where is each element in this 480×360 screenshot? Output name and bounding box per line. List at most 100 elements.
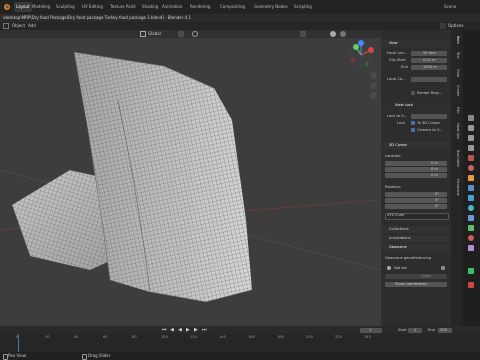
settings-icon[interactable] <box>441 266 445 270</box>
workspace-tab-modeling[interactable]: Modeling <box>30 2 52 12</box>
workspace-tab-compositing[interactable]: Compositing <box>218 2 247 12</box>
timeline-tick-label: 240 <box>364 335 371 339</box>
scene-selector[interactable]: Scene <box>442 2 458 12</box>
local-camera-field[interactable] <box>411 77 447 82</box>
world-props-icon[interactable] <box>468 165 474 171</box>
clip-start-label: Clip Start <box>389 58 406 62</box>
timeline-tick-label: 40 <box>74 335 79 339</box>
mouse-icon-2 <box>82 354 87 360</box>
rot-x-value: 0° <box>435 192 440 196</box>
sidebar-tab-boxcutter[interactable]: BoxCutter <box>454 150 460 167</box>
workspace-tab-uv-editing[interactable]: UV Editing <box>80 2 105 12</box>
scene-props-icon[interactable] <box>468 155 474 161</box>
workspace-tab-rendering[interactable]: Rendering <box>188 2 212 12</box>
workspace-tab-texture-paint[interactable]: Texture Paint <box>108 2 138 12</box>
transform-orientation-icon[interactable] <box>140 31 146 37</box>
output-props-icon[interactable] <box>468 135 474 141</box>
menu-add[interactable]: Add <box>28 22 36 30</box>
local-camera-label: Local Ca... <box>387 77 406 81</box>
camera-view-icon[interactable] <box>370 92 377 99</box>
particles-props-icon[interactable] <box>468 195 474 201</box>
sidebar-tab-geoscene[interactable]: Geoscene <box>454 179 460 196</box>
camera-to-view-checkbox[interactable] <box>411 128 415 132</box>
current-frame-value: 1 <box>369 327 372 332</box>
sidebar-tab-hard-ops[interactable]: Hard Ops <box>454 123 460 139</box>
sidebar-tab-item[interactable]: Item <box>454 36 460 44</box>
view-layer-props-icon[interactable] <box>468 145 474 151</box>
object-props-icon[interactable] <box>468 175 474 181</box>
workspace-tab-shading[interactable]: Shading <box>140 2 160 12</box>
clip-start-value: 0.01 m <box>423 58 436 62</box>
timeline-ruler[interactable]: 020406080100120140160180200220240 <box>0 335 480 343</box>
sidebar-tab-edit[interactable]: Edit <box>454 107 460 114</box>
view-lock-header[interactable] <box>381 102 451 109</box>
focal-length-value: 50 mm <box>423 51 436 55</box>
material-props-icon[interactable] <box>468 235 474 241</box>
geoscene-zoom-field[interactable] <box>385 274 447 279</box>
shading-solid-icon[interactable] <box>330 31 336 37</box>
sidebar-tab-tool[interactable]: Tool <box>454 52 460 59</box>
menu-object[interactable]: Object <box>12 22 25 30</box>
constraints-props-icon[interactable] <box>468 215 474 221</box>
sidebar-tab-create[interactable]: Create <box>454 85 460 96</box>
workspace-tab-sculpting[interactable]: Sculpting <box>54 2 77 12</box>
timeline-tick-label: 100 <box>161 335 168 339</box>
sidebar-n-panel: View Focal Len... 50 mm Clip Start 0.01 … <box>381 30 451 326</box>
red-prop-icon[interactable] <box>468 282 474 288</box>
to-3d-cursor-label: To 3D Cursor <box>417 121 440 125</box>
editor-type-icon[interactable] <box>3 23 9 29</box>
viewport-header: Global <box>0 30 381 38</box>
properties-editor-strip <box>463 30 480 326</box>
menu-options[interactable]: Options <box>448 22 463 30</box>
end-frame-value: 250 <box>440 327 447 332</box>
workspace-tab-geometry-nodes[interactable]: Geometry Nodes <box>252 2 290 12</box>
lock-to-object-field[interactable] <box>411 114 447 119</box>
shading-material-icon[interactable] <box>340 31 346 37</box>
jump-end-icon[interactable]: ⏭ <box>202 326 207 334</box>
timeline-tick-label: 20 <box>45 335 50 339</box>
viewport-canvas <box>0 51 381 303</box>
workspace-tab-animation[interactable]: Animation <box>160 2 184 12</box>
pan-hand-icon[interactable] <box>370 82 377 89</box>
texture-props-icon[interactable] <box>468 245 474 251</box>
snap-icon[interactable] <box>178 31 184 37</box>
clip-end-label: End <box>401 65 408 69</box>
blender-logo-icon[interactable] <box>3 3 11 11</box>
next-key-icon[interactable]: ▶ <box>194 326 198 334</box>
timeline-tick-label: 180 <box>277 335 284 339</box>
data-props-icon[interactable] <box>468 225 474 231</box>
playhead[interactable] <box>18 334 19 352</box>
sidebar-tab-view[interactable]: View <box>454 69 460 77</box>
modifier-props-icon[interactable] <box>468 185 474 191</box>
active-green-icon[interactable] <box>468 268 474 274</box>
jump-start-icon[interactable]: ⏮ <box>162 326 167 334</box>
orientation-dropdown[interactable]: Global <box>148 30 161 38</box>
cursor-section-title: 3D Cursor <box>389 143 408 147</box>
viewport-menu-bar: Object Add Options <box>0 22 480 30</box>
options-icon[interactable] <box>440 23 446 29</box>
render-region-checkbox[interactable] <box>411 91 415 95</box>
geoscene-label: Geoscene georeferencing <box>385 256 432 260</box>
overlay-icon[interactable] <box>300 31 306 37</box>
3d-viewport[interactable] <box>0 30 381 326</box>
prev-key-icon[interactable]: ◀ <box>170 326 174 334</box>
to-3d-cursor-checkbox[interactable] <box>411 121 415 125</box>
play-icon[interactable]: ▶ <box>186 326 190 334</box>
sidebar-tabs: Item Tool View Create Edit Hard Ops BoxCutter G… <box>451 30 463 326</box>
physics-props-icon[interactable] <box>468 205 474 211</box>
play-reverse-icon[interactable]: ◀ <box>178 326 182 334</box>
timeline[interactable]: ⏮ ◀ ◀ ▶ ▶ ⏭ 1 Start 1 End 250 0204060801… <box>0 326 480 352</box>
timeline-tick-label: 160 <box>248 335 255 339</box>
render-props-icon[interactable] <box>468 125 474 131</box>
status-right-text: Drag Slider <box>88 353 111 358</box>
workspace-tab-layout[interactable]: Layout <box>14 2 32 12</box>
proportional-edit-icon[interactable] <box>192 31 198 37</box>
zoom-icon[interactable] <box>370 72 377 79</box>
timeline-tick-label: 220 <box>335 335 342 339</box>
workspace-tab-scripting[interactable]: Scripting <box>292 2 314 12</box>
tool-props-icon[interactable] <box>468 115 474 121</box>
window-title: \desktop\MRP\Dry food Package\Dry food p… <box>0 14 480 22</box>
location-label: Location: <box>385 154 402 158</box>
geoscene-title: Geoscene <box>389 245 407 249</box>
navigation-gizmo[interactable] <box>346 40 376 70</box>
